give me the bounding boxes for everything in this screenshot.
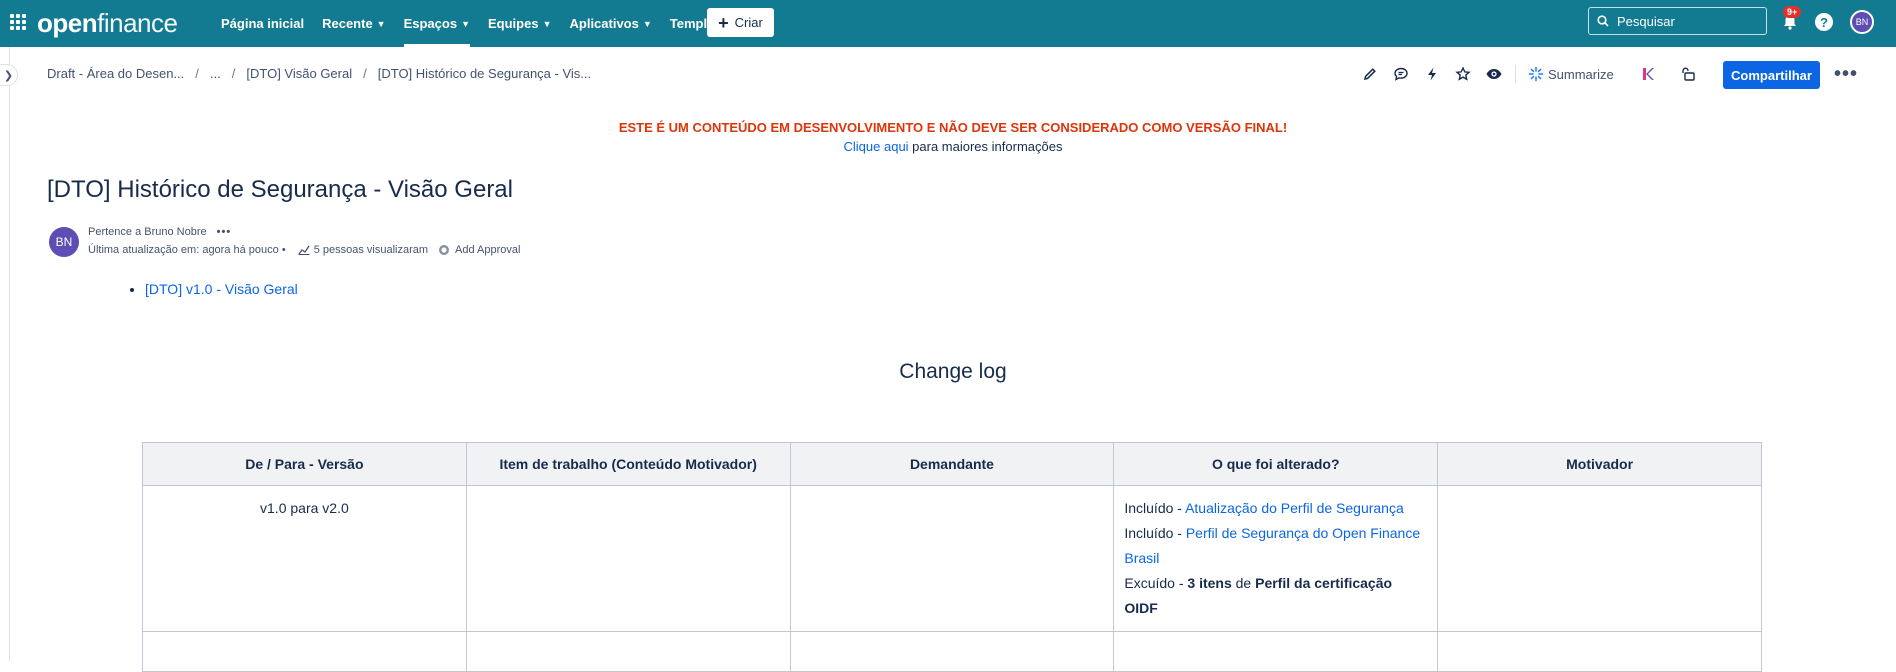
cell-empty [465,631,791,672]
create-button-label: Criar [734,15,763,30]
excluded-mid: de [1231,575,1256,591]
change-line: Excuído - 3 itens de Perfil da certifica… [1124,571,1427,621]
page-meta: Última atualização em: agora há pouco • … [88,244,520,256]
nav-home-label: Página inicial [221,16,305,31]
page-title: [DTO] Histórico de Segurança - Visão Ger… [47,176,513,203]
notifications-badge: 9+ [1783,6,1802,18]
cell-changes: Incluído - Atualização do Perfil de Segu… [1113,485,1439,632]
unlock-icon[interactable] [1678,64,1698,84]
top-navigation-bar: open finance Página inicial Recente ▼ Espa… [0,0,1896,47]
nav-home[interactable]: Página inicial [221,0,304,47]
nav-recent-label: Recente [322,16,373,31]
nav-teams-label: Equipes [488,16,539,31]
nav-teams[interactable]: Equipes ▼ [488,0,552,47]
search-icon [1597,15,1609,27]
cell-empty [1437,631,1762,672]
excluded-prefix: Excuído - [1124,575,1188,591]
column-header-changes: O que foi alterado? [1113,442,1439,486]
breadcrumb: Draft - Área do Desen... / ... / [DTO] V… [47,66,591,81]
table-row: v1.0 para v2.0 Incluído - Atualização do… [142,485,1762,632]
breadcrumb-separator: / [363,66,367,81]
breadcrumb-separator: / [231,66,236,81]
table-row [142,631,1762,672]
cell-version: v1.0 para v2.0 [142,485,467,632]
logo-light-text: finance [97,7,178,38]
plus-icon: + [718,12,729,33]
column-header-version: De / Para - Versão [142,442,467,486]
page-owner: Pertence a Bruno Nobre ••• [88,226,231,238]
cell-empty [1113,631,1439,672]
warning-more-info: Clique aqui para maiores informações [0,139,1896,154]
page-toolbar: Summarize [1360,62,1709,86]
click-here-link[interactable]: Clique aqui [844,139,909,154]
owner-avatar[interactable]: BN [49,227,79,257]
views-link[interactable]: 5 pessoas visualizaram [314,244,428,256]
change-line: Incluído - Perfil de Segurança do Open F… [1124,521,1427,571]
openfinance-logo[interactable]: open finance [37,6,178,40]
comment-icon[interactable] [1391,64,1411,84]
change-link[interactable]: Atualização do Perfil de Segurança [1185,500,1404,516]
column-header-requester: Demandante [789,442,1115,486]
cell-work-item [465,485,791,632]
eye-icon[interactable] [1484,64,1504,84]
owner-more-icon[interactable]: ••• [217,226,232,238]
breadcrumb-item-current[interactable]: [DTO] Histórico de Segurança - Vis... [378,66,591,81]
breadcrumb-item-visao-geral[interactable]: [DTO] Visão Geral [246,66,352,81]
user-avatar[interactable]: BN [1850,10,1874,34]
help-icon[interactable]: ? [1815,13,1833,31]
nav-recent[interactable]: Recente ▼ [322,0,386,47]
chevron-down-icon: ▼ [376,18,386,29]
breadcrumb-item-draft[interactable]: Draft - Área do Desen... [47,66,184,81]
changelog-table: De / Para - Versão Item de trabalho (Con… [142,442,1762,672]
list-item: [DTO] v1.0 - Visão Geral [145,281,298,297]
cell-motivator [1437,485,1762,632]
share-button[interactable]: Compartilhar [1723,61,1820,89]
logo-bold-text: open [37,7,98,38]
sparkle-icon [1528,66,1544,82]
child-pages-list: [DTO] v1.0 - Visão Geral [145,281,298,297]
summarize-label: Summarize [1548,66,1614,82]
nav-spaces-label: Espaços [403,16,458,31]
column-header-motivator: Motivador [1437,442,1762,486]
change-line: Incluído - Atualização do Perfil de Segu… [1124,496,1427,521]
add-approval-link[interactable]: Add Approval [455,244,520,256]
app-k-logo-icon[interactable] [1638,64,1658,84]
change-prefix: Incluído - [1124,500,1186,516]
change-prefix: Incluído - [1124,525,1186,541]
approval-icon [439,245,450,255]
expand-sidebar-chevron-icon[interactable]: ❯ [0,64,18,86]
app-switcher-icon[interactable] [10,14,26,30]
lightning-icon[interactable] [1422,64,1442,84]
chevron-down-icon: ▼ [642,18,652,29]
cell-empty [142,631,467,672]
more-actions-icon[interactable]: ••• [1834,62,1858,86]
summarize-button[interactable]: Summarize [1528,66,1614,82]
last-updated-text: Última atualização em: agora há pouco • [88,244,286,256]
analytics-icon [298,245,310,255]
search-placeholder: Pesquisar [1617,13,1675,29]
chevron-down-icon: ▼ [542,18,552,29]
warning-more-info-text: para maiores informações [908,139,1063,154]
main-nav: Página inicial Recente ▼ Espaços ▼ Equipes… [221,0,751,47]
excluded-count: 3 itens [1187,575,1232,591]
development-warning: ESTE É UM CONTEÚDO EM DESENVOLVIMENTO E … [618,120,1288,135]
breadcrumb-separator: / [195,66,199,81]
chevron-down-icon: ▼ [461,18,470,29]
child-page-link[interactable]: [DTO] v1.0 - Visão Geral [145,281,298,297]
table-header-row: De / Para - Versão Item de trabalho (Con… [142,442,1762,486]
cell-requester [789,485,1115,632]
search-input[interactable]: Pesquisar [1588,7,1767,35]
pencil-icon[interactable] [1360,64,1380,84]
column-header-work-item: Item de trabalho (Conteúdo Motivador) [465,442,791,486]
owner-text: Pertence a Bruno Nobre [88,226,207,238]
toolbar-divider [1515,65,1516,83]
nav-spaces[interactable]: Espaços ▼ [403,0,471,47]
breadcrumb-item-ellipsis[interactable]: ... [210,66,221,81]
star-icon[interactable] [1453,64,1473,84]
nav-apps[interactable]: Aplicativos ▼ [570,0,652,47]
nav-apps-label: Aplicativos [569,16,639,31]
changelog-heading: Change log [899,360,1007,383]
cell-empty [789,631,1115,672]
create-button[interactable]: + Criar [707,8,774,37]
